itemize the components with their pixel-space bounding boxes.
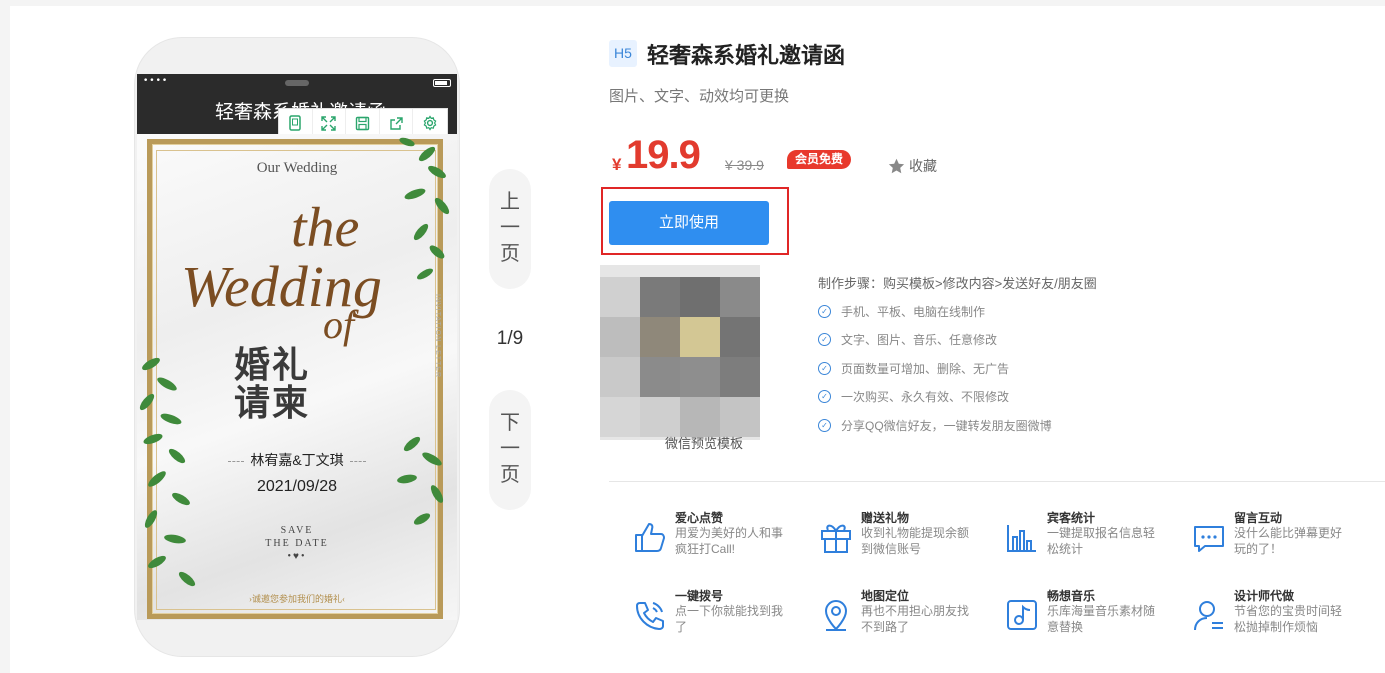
feature-item: ✓ 文字、图片、音乐、任意修改: [818, 331, 997, 348]
card-cn-title-line1: 婚礼: [233, 344, 310, 385]
qr-code-preview: [600, 265, 760, 440]
next-char-1: 下: [500, 412, 520, 434]
section-divider: [609, 481, 1385, 482]
check-circle-icon: ✓: [818, 390, 831, 403]
next-char-2: 一: [500, 438, 520, 460]
script-line-the: the: [291, 197, 359, 259]
bar-chart-icon: [1007, 525, 1036, 552]
invitation-card: Our Wedding the Wedding of 婚礼 请柬 INVITAT…: [137, 134, 457, 620]
comment-icon: [1194, 526, 1224, 552]
signal-dots: ••••: [143, 76, 169, 86]
card-cn-title: 婚礼 请柬: [137, 346, 407, 422]
service-music: 畅想音乐 乐库海量音乐素材随意替换: [1004, 587, 1180, 647]
script-line-of: of: [323, 302, 359, 347]
phone-icon[interactable]: [279, 109, 313, 137]
product-title: 轻奢森系婚礼邀请函: [647, 43, 846, 68]
next-page-button[interactable]: 下 一 页: [489, 390, 531, 510]
star-icon: [888, 158, 905, 174]
couple-names: 林宥嘉&丁文琪: [137, 450, 457, 470]
check-circle-icon: ✓: [818, 333, 831, 346]
page: •••• 轻奢森系婚礼邀请函: [0, 0, 1385, 673]
currency-symbol: ¥: [612, 155, 622, 174]
location-icon: [824, 600, 848, 631]
favorite-button[interactable]: 收藏: [888, 156, 937, 176]
settings-icon[interactable]: [413, 109, 447, 137]
favorite-label: 收藏: [909, 158, 937, 174]
share-icon[interactable]: [380, 109, 414, 137]
prev-page-button[interactable]: 上 一 页: [489, 169, 531, 289]
thumbs-up-icon: [635, 523, 665, 552]
next-char-3: 页: [500, 464, 520, 486]
prev-char-2: 一: [500, 217, 520, 239]
service-thumbs-up: 爱心点赞 用爱为美好的人和事疯狂打Call!: [632, 509, 808, 569]
feature-item: ✓ 手机、平板、电脑在线制作: [818, 303, 985, 320]
gift-icon: [821, 524, 851, 553]
service-call: 一键拨号 点一下你就能找到我了: [632, 587, 808, 647]
service-gift: 赠送礼物 收到礼物能提现余额到微信账号: [818, 509, 994, 569]
service-designer: 设计师代做 节省您的宝贵时间轻松抛掉制作烦恼: [1191, 587, 1367, 647]
save-line-2: THE DATE: [265, 538, 329, 549]
save-line-1: SAVE: [280, 525, 314, 536]
save-the-date: SAVE THE DATE •♥•: [137, 524, 457, 563]
service-location: 地图定位 再也不用担心朋友找不到路了: [818, 587, 994, 647]
page-indicator: 1/9: [496, 328, 524, 349]
service-comment: 留言互动 没什么能比弹幕更好玩的了！: [1191, 509, 1367, 569]
card-cn-title-line2: 请柬: [233, 382, 310, 423]
designer-icon: [1194, 601, 1223, 631]
feature-item: ✓ 页面数量可增加、删除、无广告: [818, 360, 1009, 377]
feature-item: ✓ 一次购买、永久有效、不限修改: [818, 388, 1009, 405]
h5-tag: H5: [609, 40, 637, 67]
prev-char-1: 上: [500, 191, 520, 213]
use-now-button[interactable]: 立即使用: [609, 201, 769, 245]
invite-footer-line: ›诚邀您参加我们的婚礼‹: [249, 594, 345, 604]
save-icon[interactable]: [346, 109, 380, 137]
our-wedding-text: Our Wedding: [256, 160, 338, 176]
original-price: ¥ 39.9: [725, 157, 764, 173]
battery-icon: [433, 79, 451, 87]
fullscreen-icon[interactable]: [313, 109, 347, 137]
product-subtitle: 图片、文字、动效均可更换: [609, 88, 790, 105]
top-strip: [0, 0, 1385, 6]
speaker-pill: [285, 80, 309, 86]
phone-screen[interactable]: •••• 轻奢森系婚礼邀请函: [137, 74, 457, 620]
qr-caption: 微信预览模板: [665, 436, 744, 451]
wedding-date: 2021/09/28: [256, 478, 338, 495]
invitation-letter-side-text: INVITATION LETTER: [434, 294, 441, 379]
prev-char-3: 页: [500, 243, 520, 265]
service-stats: 宾客统计 一键提取报名信息轻松统计: [1004, 509, 1180, 569]
save-line-3: •♥•: [287, 551, 307, 562]
music-icon: [1007, 600, 1037, 630]
check-circle-icon: ✓: [818, 305, 831, 318]
phone-call-icon: [636, 602, 664, 630]
feature-item: ✓ 分享QQ微信好友，一键转发朋友圈微博: [818, 417, 1052, 434]
make-steps: 制作步骤：购买模板>修改内容>发送好友/朋友圈: [818, 276, 1097, 291]
status-bar: ••••: [137, 74, 457, 92]
left-strip: [0, 0, 10, 673]
check-circle-icon: ✓: [818, 419, 831, 432]
price: 19.9: [626, 133, 701, 177]
vip-free-badge: 会员免费: [787, 150, 852, 169]
wedding-script-title: the Wedding of: [181, 197, 382, 347]
check-circle-icon: ✓: [818, 362, 831, 375]
